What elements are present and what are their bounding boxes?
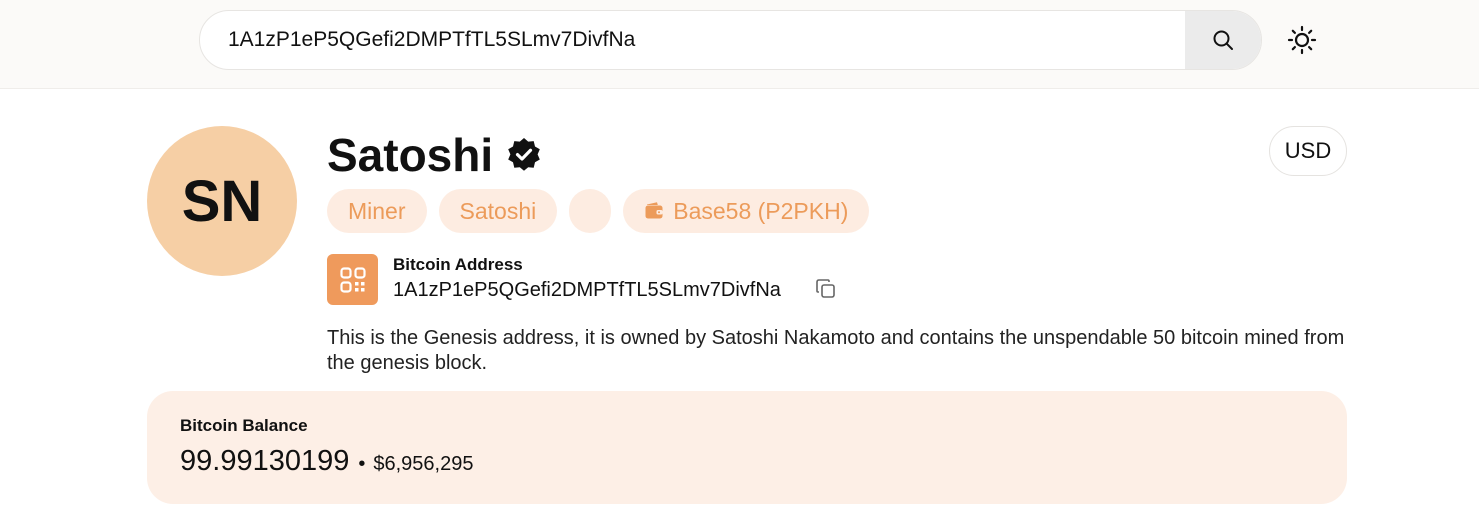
address-value: 1A1zP1eP5QGefi2DMPTfTL5SLmv7DivfNa (393, 279, 781, 301)
theme-toggle-button[interactable] (1285, 23, 1319, 57)
search-button[interactable] (1185, 11, 1261, 69)
search-icon (1213, 30, 1233, 50)
tag-miner[interactable]: Miner (327, 189, 427, 233)
copy-icon[interactable] (815, 278, 837, 300)
balance-separator: • (358, 453, 366, 475)
search-input[interactable] (200, 11, 1186, 69)
balance-btc: 99.99130199 (180, 445, 350, 477)
wallet-icon (644, 201, 664, 221)
verified-badge-icon (505, 136, 543, 174)
sun-icon (1287, 25, 1317, 55)
address-description: This is the Genesis address, it is owned… (327, 327, 1345, 374)
balance-card: Bitcoin Balance 99.99130199 • $6,956,295 (147, 391, 1347, 504)
balance-label: Bitcoin Balance (180, 416, 308, 435)
tag-address-type[interactable]: Base58 (P2PKH) (623, 189, 870, 233)
tag-list: Miner Satoshi Base58 (P2PKH) (327, 189, 870, 233)
search-bar (199, 10, 1262, 70)
tag-label: Miner (348, 197, 406, 224)
balance-usd: $6,956,295 (373, 453, 474, 475)
tag-satoshi[interactable]: Satoshi (438, 189, 558, 233)
tag-empty[interactable] (569, 189, 612, 233)
profile-name: Satoshi (327, 129, 494, 181)
qr-code-icon (339, 266, 366, 293)
currency-selector[interactable]: USD (1269, 126, 1347, 176)
balance-values: 99.99130199 • $6,956,295 (180, 445, 473, 478)
qr-code-button[interactable] (327, 254, 378, 305)
avatar: SN (147, 126, 297, 276)
tag-label: Base58 (P2PKH) (673, 197, 849, 224)
avatar-initials: SN (181, 168, 263, 234)
currency-label: USD (1284, 138, 1332, 163)
profile-header: Satoshi (327, 128, 543, 182)
tag-label: Satoshi (459, 197, 537, 224)
top-bar (0, 0, 1479, 89)
address-label: Bitcoin Address (393, 255, 523, 274)
